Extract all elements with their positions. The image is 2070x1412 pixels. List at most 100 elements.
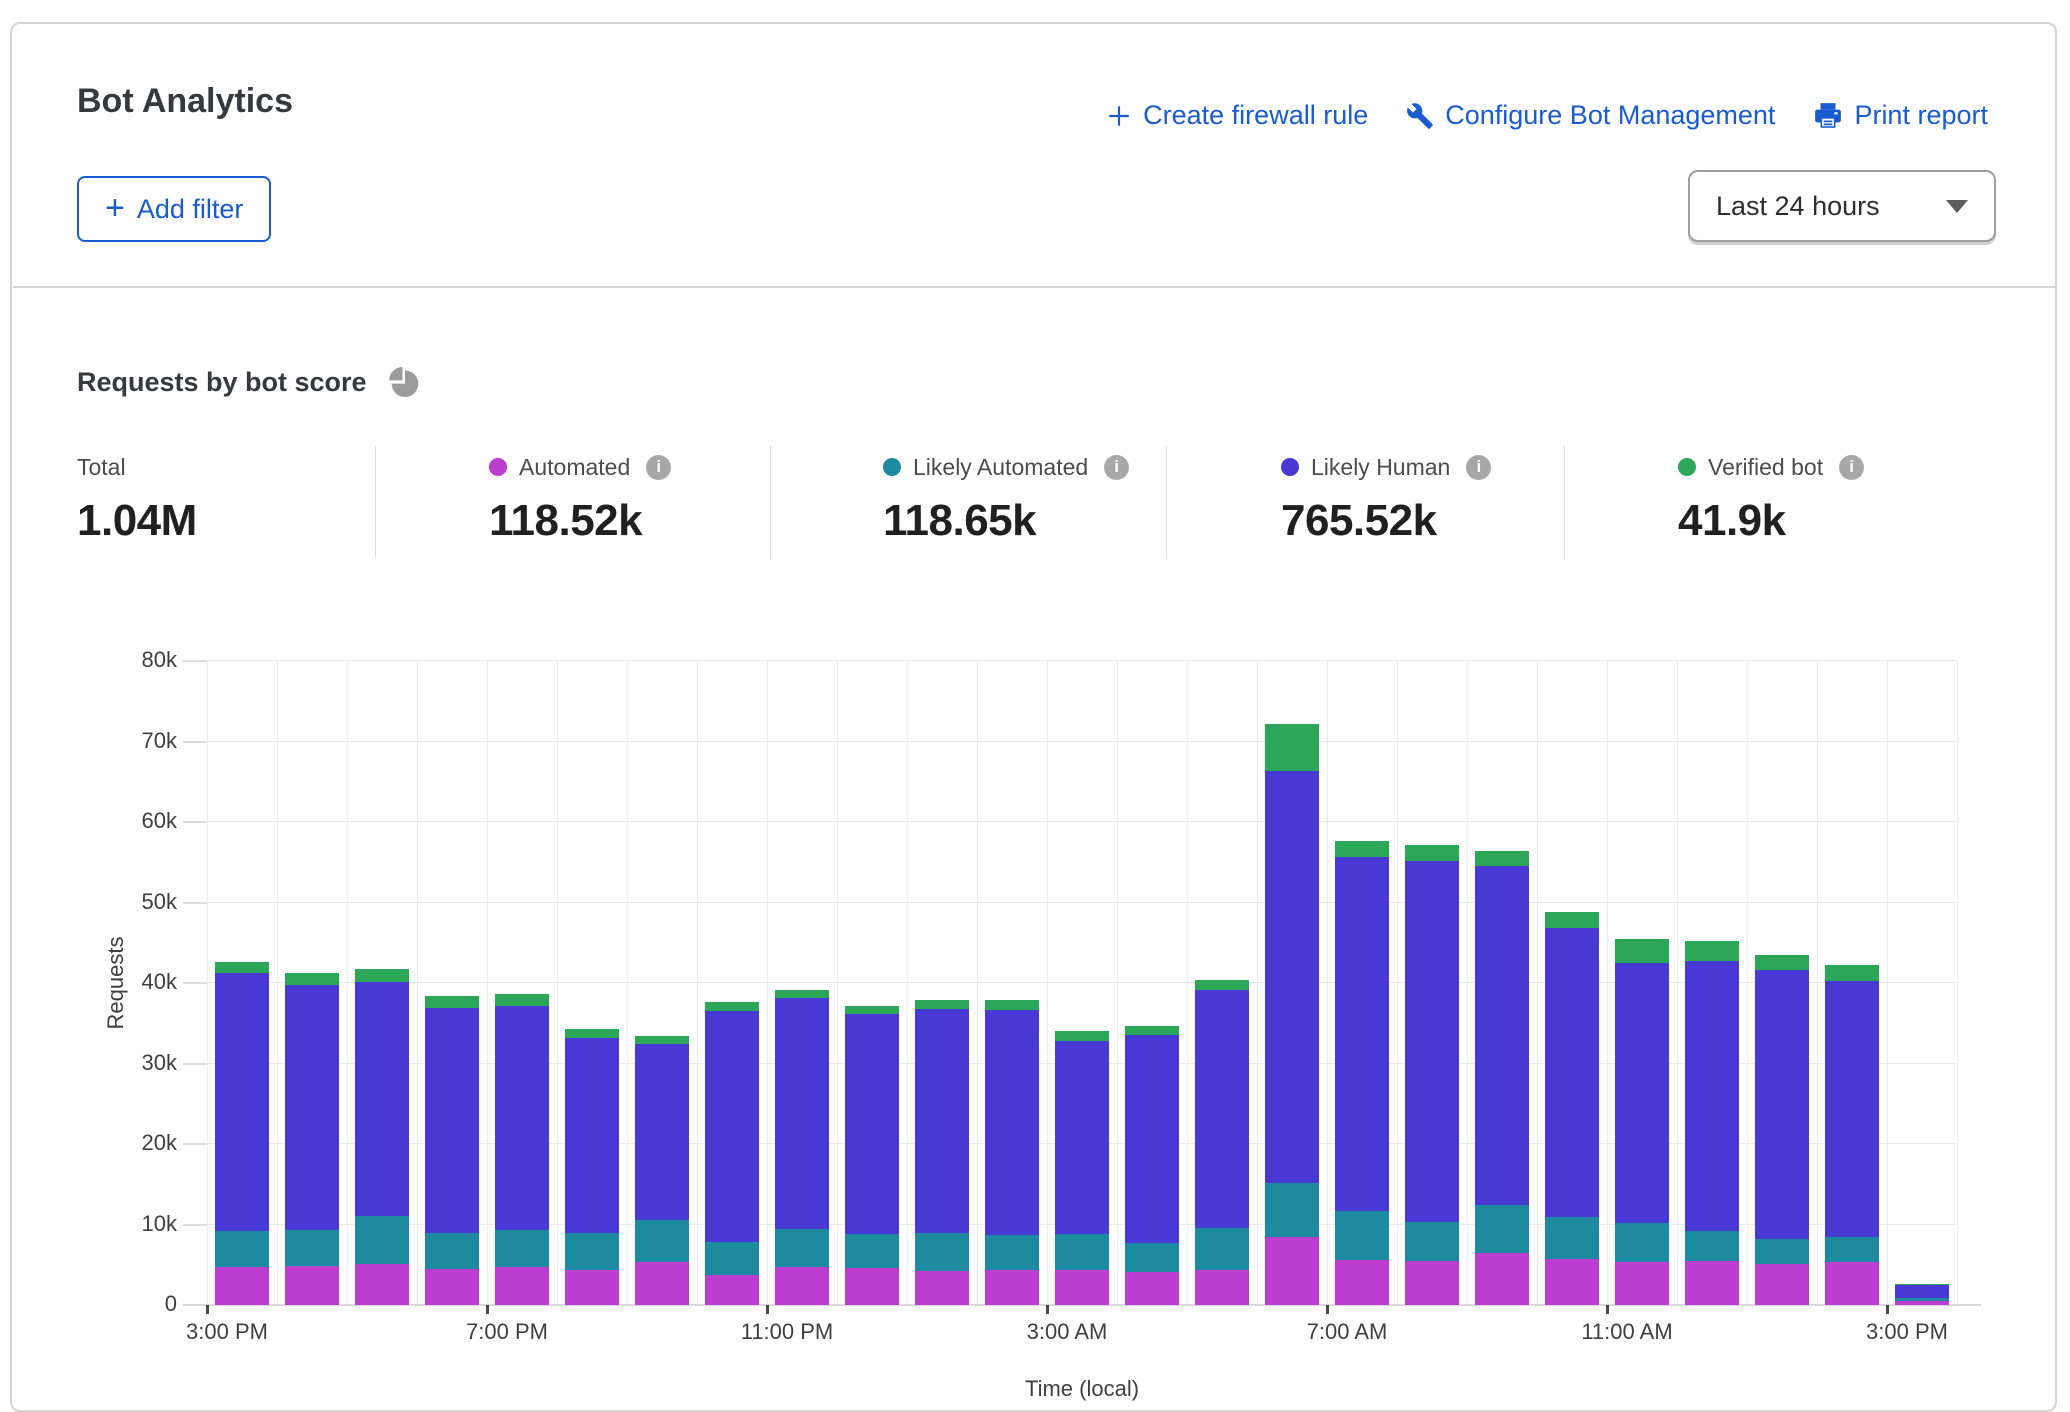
info-icon[interactable]: i — [1104, 455, 1129, 480]
time-range-select[interactable]: Last 24 hours — [1688, 170, 1996, 242]
bar-3-00-pm[interactable] — [215, 661, 269, 1305]
bar-6-00-pm[interactable] — [425, 661, 479, 1305]
bar-segment-verified-bot — [915, 1000, 969, 1009]
chevron-down-icon — [1946, 200, 1968, 213]
stat-label: Likely Human — [1311, 454, 1450, 481]
wrench-icon — [1406, 102, 1434, 130]
bar-11-00-am[interactable] — [1615, 661, 1669, 1305]
bar-segment-automated — [1125, 1272, 1179, 1305]
bar-8-00-am[interactable] — [1405, 661, 1459, 1305]
bar-7-00-pm[interactable] — [495, 661, 549, 1305]
bar-6-00-am[interactable] — [1265, 661, 1319, 1305]
plus-icon — [1106, 103, 1132, 129]
v-gridline — [697, 661, 698, 1305]
bar-segment-likely-automated — [1685, 1231, 1739, 1261]
bar-segment-likely-human — [1125, 1035, 1179, 1244]
v-gridline — [1047, 661, 1048, 1305]
v-gridline — [907, 661, 908, 1305]
x-tick-label: 3:00 PM — [1817, 1319, 1997, 1345]
bar-3-00-am[interactable] — [1055, 661, 1109, 1305]
v-gridline — [627, 661, 628, 1305]
bar-12-00-pm[interactable] — [1685, 661, 1739, 1305]
info-icon[interactable]: i — [1466, 455, 1491, 480]
bar-segment-verified-bot — [775, 990, 829, 998]
bar-2-00-am[interactable] — [985, 661, 1039, 1305]
bar-segment-likely-automated — [1615, 1223, 1669, 1262]
bar-segment-likely-human — [1685, 961, 1739, 1231]
legend-dot-icon — [1678, 458, 1696, 476]
bar-5-00-pm[interactable] — [355, 661, 409, 1305]
bar-9-00-pm[interactable] — [635, 661, 689, 1305]
print-report-link[interactable]: Print report — [1813, 100, 1988, 131]
y-tick-label: 0 — [67, 1291, 177, 1317]
link-label: Create firewall rule — [1143, 100, 1368, 131]
bar-4-00-am[interactable] — [1125, 661, 1179, 1305]
v-gridline — [207, 661, 208, 1305]
bar-3-00-pm[interactable] — [1895, 661, 1949, 1305]
bar-segment-verified-bot — [1195, 980, 1249, 991]
bar-segment-automated — [1195, 1270, 1249, 1305]
bar-segment-likely-human — [1895, 1285, 1949, 1298]
bar-segment-likely-human — [915, 1009, 969, 1233]
bar-segment-likely-automated — [705, 1242, 759, 1275]
bar-segment-verified-bot — [845, 1006, 899, 1015]
bar-segment-verified-bot — [355, 969, 409, 982]
bar-segment-likely-human — [1405, 861, 1459, 1222]
bar-12-00-am[interactable] — [845, 661, 899, 1305]
bar-segment-likely-automated — [1545, 1217, 1599, 1259]
v-gridline — [1537, 661, 1538, 1305]
stat-value: 1.04M — [77, 496, 197, 546]
add-filter-button[interactable]: + Add filter — [77, 176, 271, 242]
info-icon[interactable]: i — [1839, 455, 1864, 480]
y-tick — [183, 821, 207, 823]
bar-segment-likely-automated — [215, 1231, 269, 1267]
v-gridline — [1887, 661, 1888, 1305]
v-gridline — [557, 661, 558, 1305]
bar-segment-automated — [565, 1270, 619, 1305]
bar-segment-automated — [1895, 1301, 1949, 1305]
stat-total: Total 1.04M — [77, 452, 197, 546]
bar-segment-automated — [845, 1268, 899, 1305]
bar-segment-likely-human — [1265, 771, 1319, 1182]
bar-segment-automated — [1755, 1264, 1809, 1305]
v-gridline — [767, 661, 768, 1305]
bar-10-00-pm[interactable] — [705, 661, 759, 1305]
v-gridline — [487, 661, 488, 1305]
bar-segment-verified-bot — [1685, 941, 1739, 961]
x-tick-label: 7:00 PM — [417, 1319, 597, 1345]
bar-8-00-pm[interactable] — [565, 661, 619, 1305]
stat-value: 118.65k — [883, 496, 1129, 546]
bar-1-00-pm[interactable] — [1755, 661, 1809, 1305]
bar-11-00-pm[interactable] — [775, 661, 829, 1305]
x-tick-label: 11:00 AM — [1537, 1319, 1717, 1345]
x-tick — [206, 1305, 209, 1314]
y-tick-label: 20k — [67, 1130, 177, 1156]
bar-segment-automated — [1335, 1260, 1389, 1305]
bar-segment-verified-bot — [985, 1000, 1039, 1010]
y-tick-label: 10k — [67, 1211, 177, 1237]
create-firewall-rule-link[interactable]: Create firewall rule — [1106, 100, 1368, 131]
bar-segment-likely-automated — [1405, 1222, 1459, 1261]
configure-bot-management-link[interactable]: Configure Bot Management — [1406, 100, 1775, 131]
y-tick-label: 30k — [67, 1050, 177, 1076]
bar-5-00-am[interactable] — [1195, 661, 1249, 1305]
stat-label: Verified bot — [1708, 454, 1823, 481]
y-tick-label: 80k — [67, 647, 177, 673]
stat-divider — [770, 446, 771, 558]
bar-segment-likely-human — [705, 1011, 759, 1242]
bar-1-00-am[interactable] — [915, 661, 969, 1305]
v-gridline — [1747, 661, 1748, 1305]
v-gridline — [347, 661, 348, 1305]
bar-segment-likely-human — [845, 1014, 899, 1234]
bar-2-00-pm[interactable] — [1825, 661, 1879, 1305]
bar-segment-likely-automated — [495, 1230, 549, 1267]
bar-9-00-am[interactable] — [1475, 661, 1529, 1305]
bar-4-00-pm[interactable] — [285, 661, 339, 1305]
info-icon[interactable]: i — [646, 455, 671, 480]
bar-10-00-am[interactable] — [1545, 661, 1599, 1305]
bar-segment-automated — [1055, 1270, 1109, 1305]
bar-segment-likely-human — [985, 1010, 1039, 1235]
bar-segment-automated — [285, 1266, 339, 1305]
bar-7-00-am[interactable] — [1335, 661, 1389, 1305]
bar-segment-likely-human — [355, 982, 409, 1216]
